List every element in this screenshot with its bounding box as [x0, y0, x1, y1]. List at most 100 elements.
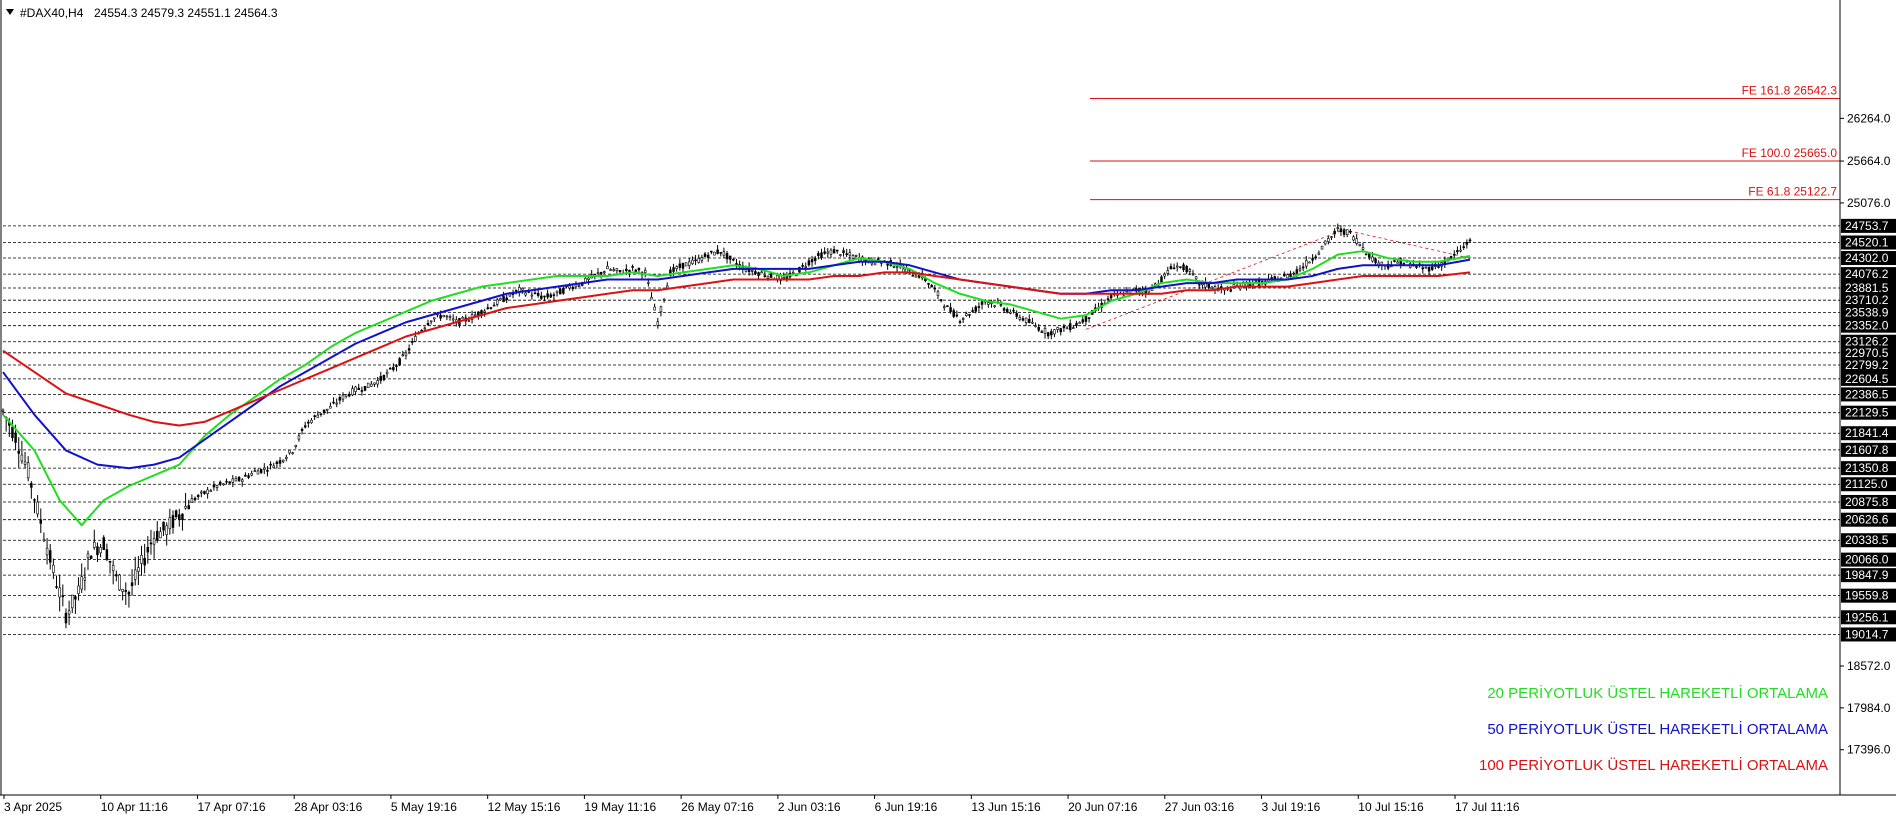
bull-candle: [1175, 265, 1179, 268]
bear-candle: [719, 252, 723, 254]
bull-candle: [310, 419, 313, 423]
bull-candle: [1053, 329, 1056, 335]
bear-candle: [338, 397, 342, 401]
fibo-level-label: FE 100.0 25665.0: [1742, 146, 1838, 160]
fibo-level-label: FE 161.8 26542.3: [1742, 84, 1838, 98]
bull-candle: [45, 547, 49, 556]
bear-candle: [411, 341, 414, 343]
level-price-label: 20338.5: [1845, 533, 1889, 547]
bear-candle: [625, 268, 628, 271]
bull-candle: [1286, 274, 1289, 279]
bear-candle: [146, 546, 150, 553]
level-price-label: 21607.8: [1845, 443, 1889, 457]
level-price-label: 24520.1: [1845, 236, 1889, 250]
bull-candle: [168, 517, 172, 530]
time-tick-label: 28 Apr 03:16: [294, 800, 362, 814]
bear-candle: [39, 519, 43, 524]
bear-candle: [307, 421, 310, 424]
bull-candle: [231, 478, 235, 483]
bear-candle: [968, 314, 971, 316]
bear-candle: [980, 301, 984, 305]
time-tick-label: 26 May 07:16: [681, 800, 754, 814]
bull-candle: [291, 452, 294, 454]
bear-candle: [124, 590, 128, 592]
bull-candle: [354, 386, 357, 392]
bear-candle: [348, 393, 351, 397]
bear-candle: [933, 287, 937, 290]
time-tick-label: 2 Jun 03:16: [778, 800, 841, 814]
bear-candle: [322, 409, 326, 413]
bear-candle: [820, 252, 823, 259]
bear-candle: [1068, 323, 1072, 331]
bull-candle: [1317, 252, 1321, 255]
bull-candle: [750, 270, 754, 272]
bull-candle: [1056, 327, 1059, 330]
bear-candle: [958, 321, 962, 323]
bull-candle: [892, 266, 896, 268]
price-tick-label: 25076.0: [1847, 196, 1891, 210]
time-tick-label: 12 May 15:16: [488, 800, 561, 814]
bull-candle: [209, 490, 213, 492]
bull-candle: [99, 547, 102, 554]
bull-candle: [285, 457, 288, 459]
bull-candle: [568, 285, 571, 289]
level-price-label: 20066.0: [1845, 553, 1889, 567]
bear-candle: [1028, 318, 1031, 323]
bull-candle: [895, 266, 899, 269]
time-tick-label: 3 Apr 2025: [4, 800, 62, 814]
level-price-label: 21125.0: [1845, 477, 1888, 491]
bull-candle: [140, 554, 143, 564]
price-chart[interactable]: FE 161.8 26542.3 FE 100.0 25665.0 FE 61.8 …: [0, 0, 1896, 820]
bear-candle: [1040, 331, 1044, 333]
bull-candle: [281, 459, 285, 462]
bull-candle: [118, 574, 121, 591]
bull-candle: [200, 491, 203, 494]
bull-candle: [370, 383, 373, 387]
bull-candle: [373, 382, 376, 385]
bull-candle: [467, 320, 471, 322]
bull-candle: [1323, 240, 1327, 245]
bull-candle: [23, 461, 27, 465]
bull-candle: [1327, 238, 1330, 242]
bull-candle: [684, 262, 688, 267]
bull-candle: [461, 317, 464, 319]
legend-item: 20 PERİYOTLUK ÜSTEL HAREKETLİ ORTALAMA: [1487, 684, 1828, 702]
bull-candle: [606, 265, 609, 270]
bull-candle: [496, 299, 499, 305]
bear-candle: [562, 288, 565, 294]
bear-candle: [939, 299, 943, 301]
bear-candle: [949, 307, 952, 313]
chart-window[interactable]: FE 161.8 26542.3 FE 100.0 25665.0 FE 61.8 …: [0, 0, 1896, 820]
bull-candle: [521, 288, 524, 291]
bear-candle: [1002, 308, 1006, 311]
bull-candle: [1251, 284, 1255, 287]
bear-candle: [637, 267, 641, 271]
level-price-label: 22799.2: [1845, 358, 1889, 372]
bull-candle: [826, 251, 830, 254]
bull-candle: [555, 290, 559, 293]
bear-candle: [1059, 328, 1062, 333]
bear-candle: [1005, 308, 1009, 313]
bear-candle: [1283, 274, 1286, 277]
bull-candle: [766, 275, 770, 279]
bear-candle: [225, 480, 228, 483]
bear-candle: [181, 513, 184, 520]
bear-candle: [492, 304, 496, 307]
bull-candle: [20, 454, 24, 462]
level-price-label: 19014.7: [1845, 627, 1889, 641]
bear-candle: [17, 450, 20, 454]
bear-candle: [732, 258, 735, 261]
bear-candle: [514, 289, 518, 292]
bull-candle: [133, 569, 137, 580]
bear-candle: [1468, 239, 1472, 242]
bear-candle: [1207, 283, 1210, 288]
time-tick-label: 17 Apr 07:16: [197, 800, 265, 814]
bear-candle: [1021, 318, 1025, 321]
bull-candle: [587, 277, 590, 280]
bear-candle: [171, 515, 175, 528]
bull-candle: [1298, 268, 1302, 271]
bull-candle: [341, 394, 345, 400]
bull-candle: [662, 298, 666, 301]
bull-candle: [1, 409, 5, 412]
bear-candle: [174, 510, 178, 518]
